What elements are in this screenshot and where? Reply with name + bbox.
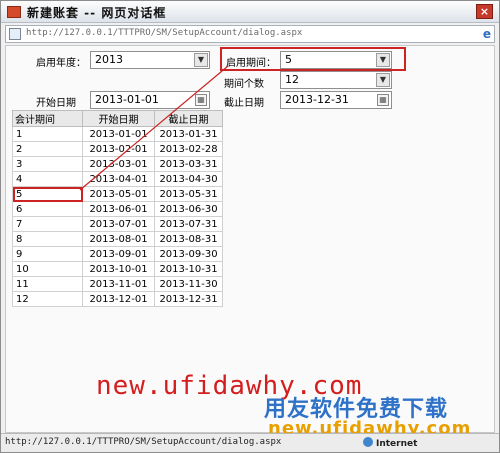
period-cell: 9 xyxy=(12,246,83,262)
table-row[interactable]: 11 2013-11-01 2013-11-30 xyxy=(12,276,223,292)
dialog-content: 启用年度： 2013 ▼ 启用期间： 5 ▼ 期间个数 12 ▼ 开始日期 20… xyxy=(5,45,495,439)
start-date-label: 开始日期 xyxy=(36,98,76,109)
table-row[interactable]: 7 2013-07-01 2013-07-31 xyxy=(12,216,223,232)
calendar-icon[interactable]: ▦ xyxy=(195,94,207,106)
end-date-value: 2013-12-31 xyxy=(285,93,349,106)
period-cell: 2 xyxy=(12,141,83,157)
table-row[interactable]: 4 2013-04-01 2013-04-30 xyxy=(12,171,223,187)
period-count-value: 12 xyxy=(285,73,299,86)
period-cell: 7 xyxy=(12,216,83,232)
start-date-cell: 2013-01-01 xyxy=(82,126,155,142)
app-icon xyxy=(7,6,21,18)
start-date-cell: 2013-11-01 xyxy=(82,276,155,292)
end-date-cell: 2013-08-31 xyxy=(154,231,223,247)
start-date-input[interactable]: 2013-01-01 ▦ xyxy=(90,91,210,109)
table-row[interactable]: 2 2013-02-01 2013-02-28 xyxy=(12,141,223,157)
table-row[interactable]: 12 2013-12-01 2013-12-31 xyxy=(12,291,223,307)
table-row[interactable]: 3 2013-03-01 2013-03-31 xyxy=(12,156,223,172)
start-date-cell: 2013-07-01 xyxy=(82,216,155,232)
address-text: http://127.0.0.1/TTTPRO/SM/SetupAccount/… xyxy=(26,28,303,38)
page-icon xyxy=(9,28,21,40)
calendar-icon[interactable]: ▦ xyxy=(377,94,389,106)
column-header-end-date: 截止日期 xyxy=(154,110,223,127)
status-bar: http://127.0.0.1/TTTPRO/SM/SetupAccount/… xyxy=(1,433,499,452)
end-date-cell: 2013-12-31 xyxy=(154,291,223,307)
start-period-highlight xyxy=(220,47,406,71)
end-date-cell: 2013-04-30 xyxy=(154,171,223,187)
start-date-cell: 2013-04-01 xyxy=(82,171,155,187)
end-date-cell: 2013-11-30 xyxy=(154,276,223,292)
table-row[interactable]: 10 2013-10-01 2013-10-31 xyxy=(12,261,223,277)
period-table: 会计期间 开始日期 截止日期 1 2013-01-01 2013-01-31 2 20… xyxy=(12,110,223,307)
start-date-cell: 2013-05-01 xyxy=(82,186,155,202)
end-date-cell: 2013-10-31 xyxy=(154,261,223,277)
end-date-cell: 2013-02-28 xyxy=(154,141,223,157)
close-button[interactable]: × xyxy=(476,4,493,19)
end-date-label: 截止日期 xyxy=(224,98,264,109)
end-date-cell: 2013-09-30 xyxy=(154,246,223,262)
table-row[interactable]: 5 2013-05-01 2013-05-31 xyxy=(12,186,223,202)
table-row[interactable]: 6 2013-06-01 2013-06-30 xyxy=(12,201,223,217)
end-date-cell: 2013-05-31 xyxy=(154,186,223,202)
period-count-label: 期间个数 xyxy=(224,79,264,90)
end-date-cell: 2013-01-31 xyxy=(154,126,223,142)
period-cell: 10 xyxy=(12,261,83,277)
period-cell: 6 xyxy=(12,201,83,217)
window-title: 新建账套 -- 网页对话框 xyxy=(27,6,167,20)
start-date-value: 2013-01-01 xyxy=(95,93,159,106)
globe-icon xyxy=(363,437,373,447)
status-url: http://127.0.0.1/TTTPRO/SM/SetupAccount/… xyxy=(5,437,282,447)
start-date-cell: 2013-06-01 xyxy=(82,201,155,217)
column-header-period: 会计期间 xyxy=(12,110,83,127)
end-date-input[interactable]: 2013-12-31 ▦ xyxy=(280,91,392,109)
period-cell: 8 xyxy=(12,231,83,247)
start-date-cell: 2013-08-01 xyxy=(82,231,155,247)
ie-icon: e xyxy=(482,27,491,41)
table-row[interactable]: 9 2013-09-01 2013-09-30 xyxy=(12,246,223,262)
security-zone-label: Internet xyxy=(376,439,418,449)
dialog-window: 新建账套 -- 网页对话框 × http://127.0.0.1/TTTPRO/… xyxy=(0,0,500,453)
chevron-down-icon[interactable]: ▼ xyxy=(376,73,390,87)
security-zone: Internet xyxy=(363,437,417,449)
end-date-cell: 2013-03-31 xyxy=(154,156,223,172)
end-date-cell: 2013-06-30 xyxy=(154,201,223,217)
period-cell: 1 xyxy=(12,126,83,142)
start-date-cell: 2013-12-01 xyxy=(82,291,155,307)
period-count-select[interactable]: 12 ▼ xyxy=(280,71,392,89)
period-cell: 12 xyxy=(12,291,83,307)
end-date-cell: 2013-07-31 xyxy=(154,216,223,232)
start-date-cell: 2013-02-01 xyxy=(82,141,155,157)
start-year-label: 启用年度： xyxy=(36,58,86,69)
table-row[interactable]: 8 2013-08-01 2013-08-31 xyxy=(12,231,223,247)
start-date-cell: 2013-09-01 xyxy=(82,246,155,262)
start-date-cell: 2013-10-01 xyxy=(82,261,155,277)
start-date-cell: 2013-03-01 xyxy=(82,156,155,172)
period-cell: 5 xyxy=(12,186,83,202)
period-cell: 3 xyxy=(12,156,83,172)
period-cell: 11 xyxy=(12,276,83,292)
column-header-start-date: 开始日期 xyxy=(82,110,155,127)
table-header-row: 会计期间 开始日期 截止日期 xyxy=(12,110,223,127)
table-row[interactable]: 1 2013-01-01 2013-01-31 xyxy=(12,126,223,142)
chevron-down-icon[interactable]: ▼ xyxy=(194,53,208,67)
start-year-value: 2013 xyxy=(95,53,123,66)
period-cell: 4 xyxy=(12,171,83,187)
start-year-select[interactable]: 2013 ▼ xyxy=(90,51,210,69)
title-bar: 新建账套 -- 网页对话框 × xyxy=(1,1,499,23)
address-bar: http://127.0.0.1/TTTPRO/SM/SetupAccount/… xyxy=(5,25,495,43)
